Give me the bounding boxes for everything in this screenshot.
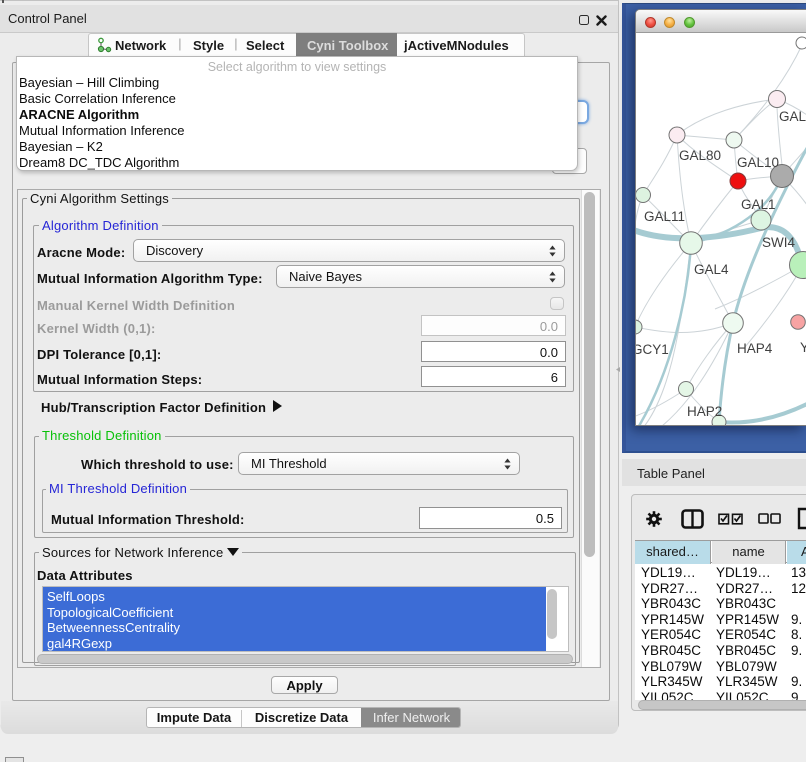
svg-text:GAL7: GAL7 [779, 109, 806, 124]
svg-text:GAL1: GAL1 [741, 197, 776, 212]
svg-text:GAL11: GAL11 [644, 209, 685, 224]
svg-text:GCY1: GCY1 [636, 342, 669, 357]
svg-text:HAP2: HAP2 [687, 404, 722, 419]
svg-text:GAL10: GAL10 [737, 155, 779, 170]
svg-text:Y: Y [800, 340, 806, 355]
svg-text:GAL80: GAL80 [679, 148, 721, 163]
svg-text:SWI4: SWI4 [762, 235, 795, 250]
svg-text:HAP4: HAP4 [737, 341, 773, 356]
svg-text:GAL4: GAL4 [694, 262, 729, 277]
